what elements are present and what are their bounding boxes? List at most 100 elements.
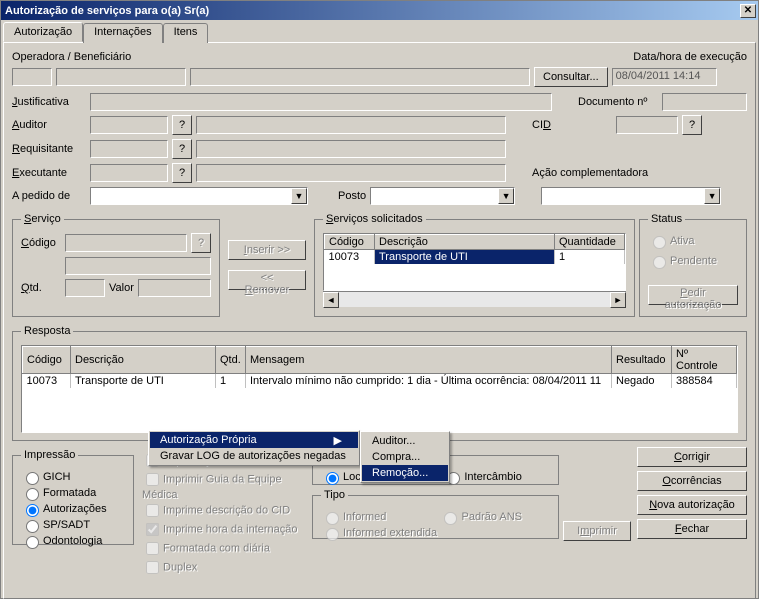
table-row[interactable]: 10073 Transporte de UTI 1 <box>325 250 625 265</box>
servico-desc <box>65 257 211 275</box>
justificativa-field[interactable] <box>90 93 552 111</box>
radio-formatada[interactable] <box>26 488 39 501</box>
auditor-cod[interactable] <box>90 116 168 134</box>
menu-gravar-log[interactable]: Gravar LOG de autorizações negadas <box>150 448 358 464</box>
label-documento: Documento nº <box>578 96 658 108</box>
close-button[interactable]: ✕ <box>740 4 756 18</box>
chk-desc-cid <box>146 504 159 517</box>
group-status: Status Ativa Pendente Pedir autorização <box>639 213 747 317</box>
window: Autorização de serviços para o(a) Sr(a) … <box>0 0 759 599</box>
pedir-aut-button[interactable]: Pedir autorização <box>648 285 738 305</box>
documento-field[interactable] <box>662 93 747 111</box>
titlebar: Autorização de serviços para o(a) Sr(a) … <box>1 1 758 20</box>
cid-field[interactable] <box>616 116 678 134</box>
tab-internacoes[interactable]: Internações <box>83 23 162 43</box>
inserir-button[interactable]: Inserir >> <box>228 240 306 260</box>
executante-nome <box>196 164 506 182</box>
legend-status: Status <box>648 213 685 225</box>
tab-panel: Operadora / Beneficiário Data/hora de ex… <box>3 42 756 599</box>
servico-valor[interactable] <box>138 279 211 297</box>
chevron-down-icon[interactable]: ▼ <box>704 188 720 204</box>
chk-duplex <box>146 561 159 574</box>
legend-tipo: Tipo <box>321 489 348 501</box>
context-menu[interactable]: Autorização Própria ▶ Gravar LOG de auto… <box>148 430 360 466</box>
auditor-nome <box>196 116 506 134</box>
label-operadora: Operadora / Beneficiário <box>12 51 131 63</box>
chk-formatada-diaria <box>146 542 159 555</box>
fechar-button[interactable]: Fechar <box>637 519 747 539</box>
label-acao-comp: Ação complementadora <box>532 167 697 179</box>
submenu-auditor[interactable]: Auditor... <box>362 433 448 449</box>
acao-comp-combo[interactable]: ▼ <box>541 187 721 205</box>
tab-itens[interactable]: Itens <box>163 23 209 43</box>
legend-impressao: Impressão <box>21 449 78 461</box>
operadora-cod <box>12 68 52 86</box>
radio-ativa <box>653 236 666 249</box>
context-submenu[interactable]: Auditor... Compra... Remoção... <box>360 431 450 483</box>
radio-informed <box>326 512 339 525</box>
label-executante: Executante <box>12 167 86 179</box>
window-title: Autorização de serviços para o(a) Sr(a) <box>5 5 740 17</box>
requisitante-lookup[interactable]: ? <box>172 139 192 159</box>
corrigir-button[interactable]: Corrigir <box>637 447 747 467</box>
auditor-lookup[interactable]: ? <box>172 115 192 135</box>
servico-codigo[interactable] <box>65 234 187 252</box>
executante-cod[interactable] <box>90 164 168 182</box>
consultar-button[interactable]: Consultar... <box>534 67 608 87</box>
radio-autorizacoes[interactable] <box>26 504 39 517</box>
ocorrencias-button[interactable]: Ocorrências <box>637 471 747 491</box>
radio-odonto[interactable] <box>26 536 39 549</box>
table-row[interactable]: 10073 Transporte de UTI 1 Intervalo míni… <box>23 374 737 389</box>
tab-autorizacao[interactable]: Autorização <box>3 22 83 42</box>
group-servico: Serviço Código ? Qtd. <box>12 213 220 317</box>
scroll-right-icon[interactable]: ► <box>610 292 626 308</box>
radio-pendente <box>653 256 666 269</box>
requisitante-cod[interactable] <box>90 140 168 158</box>
servico-qtd[interactable] <box>65 279 105 297</box>
radio-spsadt[interactable] <box>26 520 39 533</box>
nova-aut-button[interactable]: Nova autorização <box>637 495 747 515</box>
label-codigo: Código <box>21 237 61 249</box>
group-tipo: Tipo Informed Padrão ANS Informed extend… <box>312 489 559 539</box>
chk-guia-equipe <box>146 473 159 486</box>
radio-gich[interactable] <box>26 472 39 485</box>
data-exec-field: 08/04/2011 14:14 <box>612 68 717 86</box>
radio-local[interactable] <box>326 472 339 485</box>
group-impressao: Impressão GICH Formatada Autorizações SP… <box>12 449 134 545</box>
executante-lookup[interactable]: ? <box>172 163 192 183</box>
radio-padrao-ans <box>444 512 457 525</box>
label-valor: Valor <box>109 282 134 294</box>
requisitante-nome <box>196 140 506 158</box>
apedido-combo[interactable]: ▼ <box>90 187 308 205</box>
label-auditor: Auditor <box>12 119 86 131</box>
posto-combo[interactable]: ▼ <box>370 187 515 205</box>
legend-serv-sol: Serviços solicitados <box>323 213 426 225</box>
legend-servico: Serviço <box>21 213 64 225</box>
servicos-grid[interactable]: Código Descrição Quantidade 10073 Transp… <box>323 233 626 291</box>
scroll-left-icon[interactable]: ◄ <box>323 292 339 308</box>
resposta-grid[interactable]: Código Descrição Qtd. Mensagem Resultado… <box>21 345 738 433</box>
client-area: Autorização Internações Itens Operadora … <box>1 20 758 598</box>
submenu-compra[interactable]: Compra... <box>362 449 448 465</box>
label-qtd: Qtd. <box>21 282 61 294</box>
beneficiario-nome <box>190 68 530 86</box>
submenu-remocao[interactable]: Remoção... <box>362 465 448 481</box>
servico-lookup[interactable]: ? <box>191 233 211 253</box>
radio-informed-ext <box>326 528 339 541</box>
group-resposta: Resposta Código Descrição Qtd. Mensagem … <box>12 325 747 441</box>
scrollbar[interactable]: ◄ ► <box>323 291 626 307</box>
grid-header: Código Descrição Qtd. Mensagem Resultado… <box>23 347 737 374</box>
legend-resposta: Resposta <box>21 325 73 337</box>
cid-lookup[interactable]: ? <box>682 115 702 135</box>
label-cid: CID <box>532 119 612 131</box>
tabstrip: Autorização Internações Itens <box>3 22 756 42</box>
group-servicos-solicitados: Serviços solicitados Código Descrição Qu… <box>314 213 635 317</box>
menu-autorizacao-propria[interactable]: Autorização Própria ▶ <box>150 432 358 448</box>
chevron-down-icon[interactable]: ▼ <box>291 188 307 204</box>
chevron-down-icon[interactable]: ▼ <box>498 188 514 204</box>
grid-header: Código Descrição Quantidade <box>325 235 625 250</box>
imprimir-button[interactable]: Imprimir <box>563 521 631 541</box>
label-requisitante: Requisitante <box>12 143 86 155</box>
remover-button[interactable]: << Remover <box>228 270 306 290</box>
label-justificativa: Justificativa <box>12 96 86 108</box>
